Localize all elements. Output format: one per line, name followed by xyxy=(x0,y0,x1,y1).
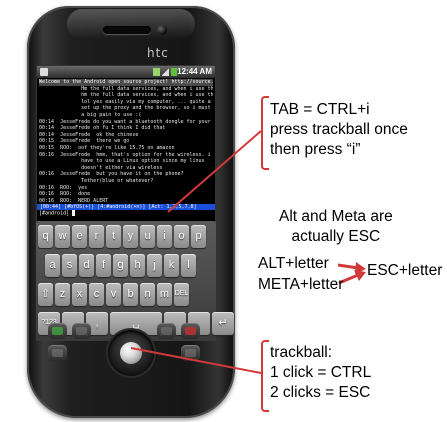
earpiece xyxy=(103,26,151,34)
phone-screen[interactable]: 12:44 AM Welcome to the Android open sou… xyxy=(36,65,216,222)
tab-annotation-line-2: press trackball once xyxy=(270,121,408,138)
battery-icon xyxy=(171,68,177,76)
key-del[interactable]: DEL xyxy=(174,283,189,306)
tab-annotation-line-3: then press “i” xyxy=(270,141,361,158)
irc-terminal[interactable]: Welcome to the Android open source proje… xyxy=(37,78,215,211)
esc-letter-label: ESC+letter xyxy=(367,262,443,279)
key-m[interactable]: m xyxy=(157,283,172,306)
key-h[interactable]: h xyxy=(130,254,145,277)
status-bar: 12:44 AM xyxy=(37,66,215,78)
key-z[interactable]: z xyxy=(55,283,70,306)
text-cursor xyxy=(72,210,76,216)
alt-arrow xyxy=(337,263,359,270)
key-f[interactable]: f xyxy=(96,254,111,277)
signal-icon xyxy=(162,68,169,76)
status-icons xyxy=(153,68,177,76)
terminal-line: 00:16 JesseFrede but you have it on the … xyxy=(39,171,184,178)
key-q[interactable]: q xyxy=(38,225,53,248)
terminal-line: hm the full data services, and when i us… xyxy=(39,92,213,99)
tab-annotation-line-1: TAB = CTRL+i xyxy=(270,101,370,118)
key-o[interactable]: o xyxy=(174,225,189,248)
terminal-line: Tether(blue or whatever? xyxy=(39,177,154,184)
keyboard-row: qwertyuiop xyxy=(38,225,206,248)
key-enter[interactable]: ↵ xyxy=(212,312,234,335)
key-v[interactable]: v xyxy=(106,283,121,306)
alt-meta-annotation: Alt and Meta are actually ESC xyxy=(279,207,393,247)
menu-button[interactable] xyxy=(157,323,176,339)
sd-card-icon xyxy=(153,68,160,76)
terminal-line: a big pain to use :( xyxy=(39,111,142,118)
keyboard-row: ⇧ z x c v b n m DEL xyxy=(38,283,189,306)
key-c[interactable]: c xyxy=(89,283,104,306)
terminal-line: 00:16 JesseFrede hmm, that's option for … xyxy=(39,151,211,158)
home-button[interactable] xyxy=(72,323,91,339)
trackball-annotation-line-3: 2 clicks = ESC xyxy=(270,384,371,401)
phone-highlight xyxy=(67,9,195,39)
terminal-line: 00:15 JesseFrede there we go xyxy=(39,138,130,145)
key-d[interactable]: d xyxy=(79,254,94,277)
terminal-input[interactable]: [#android] xyxy=(37,210,215,217)
end-call-button[interactable] xyxy=(181,323,200,339)
alt-letter-label: ALT+letter xyxy=(258,255,329,272)
key-n[interactable]: n xyxy=(140,283,155,306)
terminal-input-prefix: [#android] xyxy=(39,210,73,217)
trackball-annotation-line-2: 1 click = CTRL xyxy=(270,364,372,381)
key-a[interactable]: a xyxy=(45,254,60,277)
alt-arrow-head xyxy=(355,262,366,274)
tab-callout-bracket xyxy=(261,96,269,170)
brand-logo: htc xyxy=(147,46,169,60)
key-l[interactable]: l xyxy=(181,254,196,277)
key-t[interactable]: t xyxy=(106,225,121,248)
trackball[interactable] xyxy=(120,342,142,364)
terminal-line: Welcome to the Android open source proje… xyxy=(39,79,213,86)
camera-lens xyxy=(157,25,167,35)
trackball-annotation: trackball: 1 click = CTRL 2 clicks = ESC xyxy=(270,343,371,403)
key-e[interactable]: e xyxy=(72,225,87,248)
key-k[interactable]: k xyxy=(164,254,179,277)
terminal-line: 00:16 ROO: done xyxy=(39,191,91,198)
terminal-line: doesn't either via wireless xyxy=(39,164,163,171)
terminal-line: 00:14 JesseFrede do you want a bluetooth… xyxy=(39,118,213,125)
trackball-ring xyxy=(108,330,154,376)
alt-meta-line-1: Alt and Meta are xyxy=(279,208,393,225)
key-j[interactable]: j xyxy=(147,254,162,277)
status-time: 12:44 AM xyxy=(177,67,212,76)
key-g[interactable]: g xyxy=(113,254,128,277)
back-button[interactable] xyxy=(48,345,67,361)
key-w[interactable]: w xyxy=(55,225,70,248)
app-icon xyxy=(40,68,48,76)
key-r[interactable]: r xyxy=(89,225,104,248)
key-y[interactable]: y xyxy=(123,225,138,248)
terminal-line: set up the proxy and the browser, so i m… xyxy=(39,105,211,112)
call-button[interactable] xyxy=(48,323,67,339)
key-b[interactable]: b xyxy=(123,283,138,306)
terminal-line: 00:15 ROO: oof they're like 15.75 on ama… xyxy=(39,144,175,151)
tab-annotation: TAB = CTRL+i press trackball once then p… xyxy=(270,100,408,160)
terminal-line: 00:14 JesseFrede oh fu I think I did tha… xyxy=(39,125,166,132)
key-shift[interactable]: ⇧ xyxy=(38,283,53,306)
terminal-line: 00:16 ROO: yes xyxy=(39,184,88,191)
key-u[interactable]: u xyxy=(140,225,155,248)
trackball-annotation-line-1: trackball: xyxy=(270,344,333,361)
meta-letter-label: META+letter xyxy=(258,276,344,293)
meta-arrow-head xyxy=(354,270,366,281)
search-button[interactable] xyxy=(181,345,200,361)
trackball-callout-bracket xyxy=(261,340,269,412)
terminal-line: 00:14 JesseFrede ok the chinese xyxy=(39,131,139,138)
terminal-line: lol yes easily via my computer, ... quit… xyxy=(39,98,213,105)
alt-meta-line-2: actually ESC xyxy=(291,228,381,245)
key-p[interactable]: p xyxy=(191,225,206,248)
terminal-line: Hm the full data services, and when i us… xyxy=(39,85,213,92)
terminal-line: have to use a Linux option since my linu… xyxy=(39,158,205,165)
keyboard-row: asdfghjkl xyxy=(45,254,196,277)
key-x[interactable]: x xyxy=(72,283,87,306)
key-i[interactable]: i xyxy=(157,225,172,248)
key-s[interactable]: s xyxy=(62,254,77,277)
